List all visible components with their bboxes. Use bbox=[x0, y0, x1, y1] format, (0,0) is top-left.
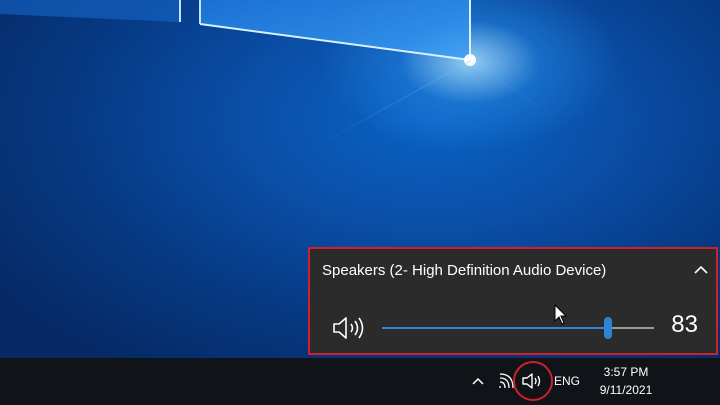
speaker-icon[interactable] bbox=[332, 315, 366, 341]
audio-device-name[interactable]: Speakers (2- High Definition Audio Devic… bbox=[322, 262, 606, 279]
volume-slider[interactable] bbox=[382, 317, 654, 339]
volume-flyout: Speakers (2- High Definition Audio Devic… bbox=[308, 247, 718, 355]
volume-value: 83 bbox=[671, 311, 698, 338]
volume-tray-button[interactable] bbox=[513, 361, 553, 401]
clock[interactable]: 3:57 PM 9/11/2021 bbox=[584, 363, 668, 399]
volume-slider-fill bbox=[382, 327, 608, 329]
volume-icon bbox=[522, 373, 541, 389]
show-hidden-icons-chevron-icon[interactable] bbox=[470, 374, 486, 388]
mouse-pointer-icon bbox=[554, 304, 568, 325]
clock-date: 9/11/2021 bbox=[599, 383, 653, 397]
volume-slider-thumb[interactable] bbox=[604, 317, 612, 339]
clock-time: 3:57 PM bbox=[603, 365, 649, 379]
taskbar: ENG 3:57 PM 9/11/2021 bbox=[0, 358, 720, 405]
input-language[interactable]: ENG bbox=[554, 374, 580, 388]
chevron-up-icon[interactable] bbox=[692, 261, 710, 279]
